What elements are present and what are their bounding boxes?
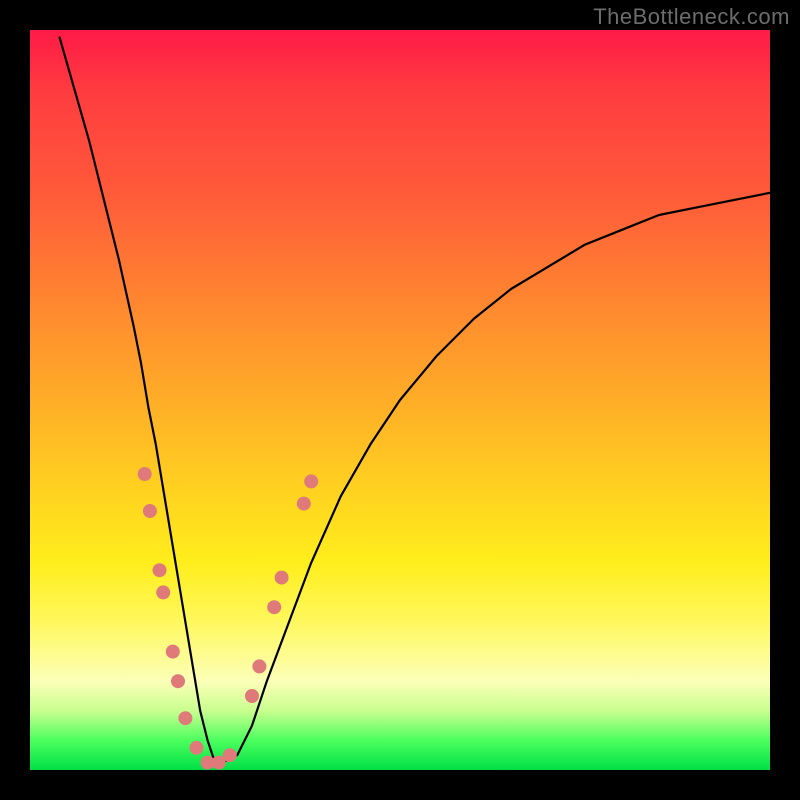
curve-marker [171,674,185,688]
curve-marker [178,711,192,725]
curve-marker [304,474,318,488]
bottleneck-curve [60,37,770,762]
curve-marker [252,659,266,673]
curve-marker [245,689,259,703]
curve-marker [297,497,311,511]
curve-marker [267,600,281,614]
curve-marker [138,467,152,481]
chart-svg [30,30,770,770]
curve-marker [166,645,180,659]
chart-frame: TheBottleneck.com [0,0,800,800]
curve-marker [190,741,204,755]
watermark-text: TheBottleneck.com [593,4,790,30]
curve-marker [143,504,157,518]
curve-marker [156,585,170,599]
curve-marker [223,748,237,762]
curve-marker [153,563,167,577]
curve-marker [275,571,289,585]
chart-plot-area [30,30,770,770]
